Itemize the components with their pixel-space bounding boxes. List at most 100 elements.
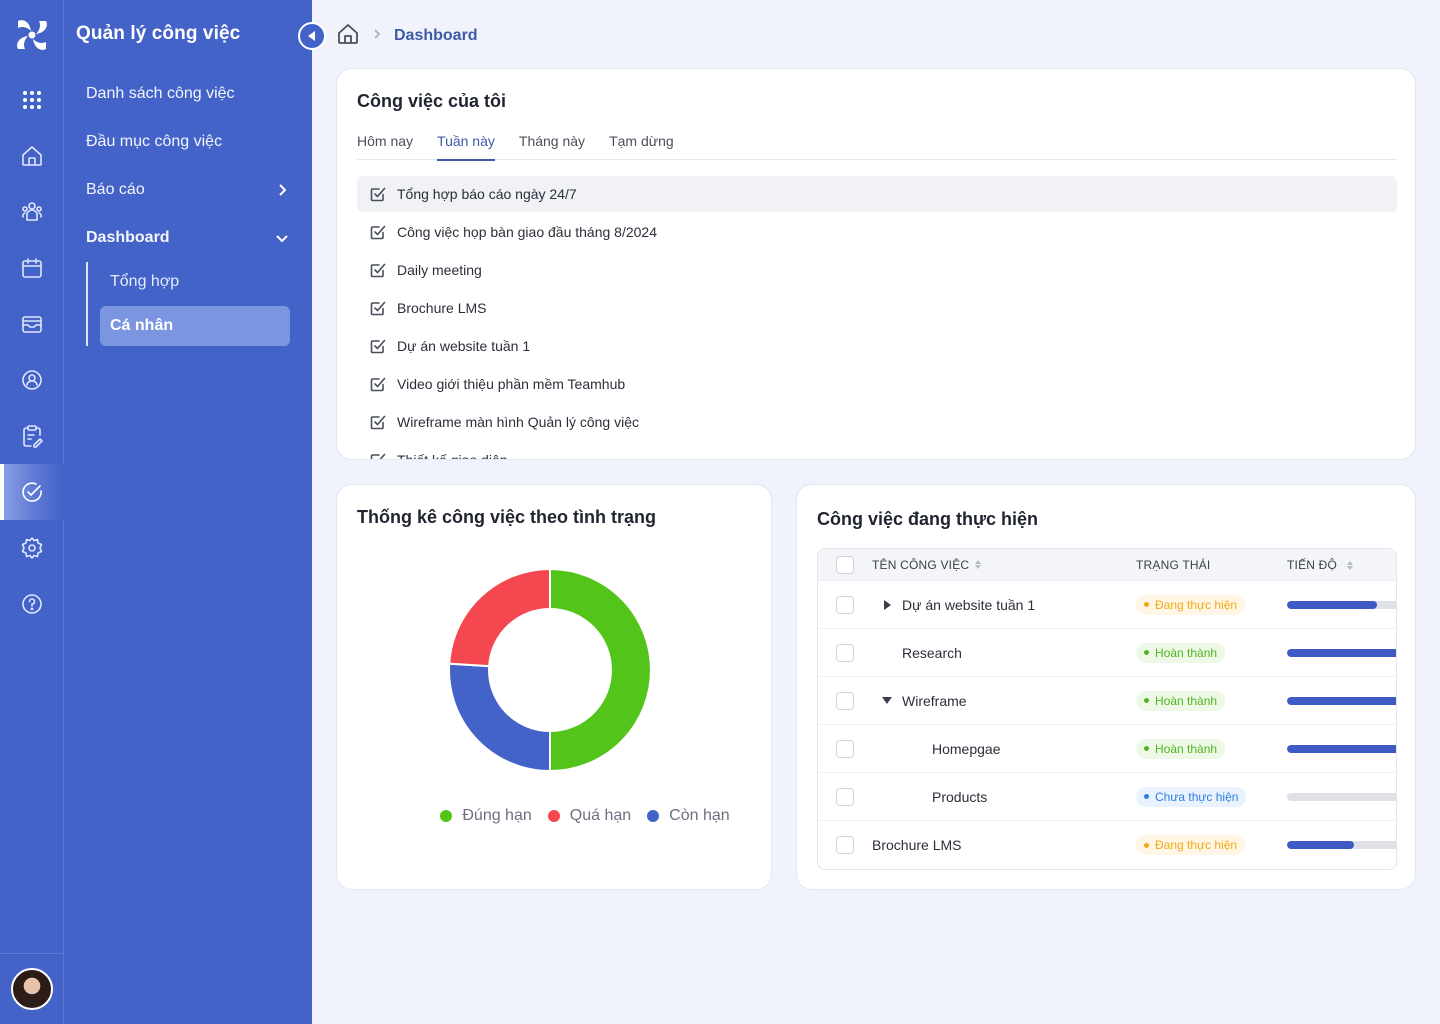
checkbox-checked-icon — [370, 415, 386, 430]
status-label: Hoàn thành — [1155, 693, 1218, 708]
task-item[interactable]: Dự án website tuần 1 — [357, 328, 1397, 364]
task-item[interactable]: Video giới thiệu phần mềm Teamhub — [357, 366, 1397, 402]
status-badge: Chưa thực hiện — [1136, 786, 1247, 807]
task-item[interactable]: Wireframe màn hình Quản lý công việc — [357, 404, 1397, 440]
rail-tasks[interactable] — [0, 408, 64, 464]
table-row[interactable]: Dự án website tuần 1 Đang thực hiện — [818, 581, 1396, 629]
status-badge: Hoàn thành — [1136, 642, 1226, 663]
nav-item-reports[interactable]: Báo cáo — [86, 170, 290, 210]
progress-cell — [1287, 792, 1396, 801]
rail-inbox[interactable] — [0, 296, 64, 352]
tab-this-week[interactable]: Tuần này — [437, 129, 495, 161]
table-row[interactable]: Products Chưa thực hiện — [818, 773, 1396, 821]
gear-icon — [21, 537, 43, 559]
sort-icon[interactable] — [1346, 560, 1353, 570]
task-name: Products — [932, 788, 988, 805]
nav-item-label: Danh sách công việc — [86, 85, 235, 102]
nav-item-task-categories[interactable]: Đầu mục công việc — [86, 122, 290, 162]
status-badge: Hoàn thành — [1136, 738, 1226, 759]
collapse-row-icon[interactable] — [882, 697, 892, 704]
legend-item[interactable]: Đúng hạn — [440, 807, 532, 825]
column-header-progress[interactable]: TIẾN ĐỘ — [1287, 558, 1353, 572]
row-checkbox[interactable] — [836, 643, 854, 662]
checkbox-checked-icon — [370, 377, 386, 392]
checkbox-checked-icon — [370, 453, 386, 459]
nav-item-dashboard[interactable]: Dashboard — [86, 218, 290, 258]
task-item[interactable]: Tổng hợp báo cáo ngày 24/7 — [357, 176, 1397, 212]
task-item[interactable]: Công việc họp bàn giao đầu tháng 8/2024 — [357, 214, 1397, 250]
column-header-status: TRẠNG THÁI — [1136, 557, 1211, 572]
status-cell: Đang thực hiện — [1136, 594, 1287, 615]
row-checkbox[interactable] — [836, 691, 854, 710]
table-row[interactable]: Homepgae Hoàn thành — [818, 725, 1396, 773]
status-badge: Đang thực hiện — [1136, 835, 1246, 856]
table-row[interactable]: Wireframe Hoàn thành — [818, 677, 1396, 725]
progress-bar — [1287, 792, 1396, 801]
donut-slice-đúng-hạn[interactable] — [549, 567, 652, 773]
task-item[interactable]: Thiết kế giao diện — [357, 442, 1397, 459]
row-checkbox[interactable] — [836, 739, 854, 758]
my-tasks-tabs: Hôm nay Tuần này Tháng này Tạm dừng — [357, 129, 1397, 161]
status-dot — [1144, 650, 1149, 656]
progress-bar-fill — [1287, 648, 1396, 657]
rail-profile[interactable] — [0, 352, 64, 408]
chevron-down-icon — [274, 230, 290, 246]
status-cell: Chưa thực hiện — [1136, 786, 1287, 807]
legend-item[interactable]: Quá hạn — [547, 807, 631, 825]
avatar[interactable] — [11, 968, 53, 1010]
column-header-label: TIẾN ĐỘ — [1287, 557, 1338, 572]
collapse-sidebar-button[interactable] — [298, 22, 326, 50]
rail-users[interactable] — [0, 184, 64, 240]
status-label: Đang thực hiện — [1155, 838, 1238, 853]
home-icon — [22, 146, 42, 166]
rail-settings[interactable] — [0, 520, 64, 576]
task-item[interactable]: Daily meeting — [357, 252, 1397, 288]
row-checkbox[interactable] — [836, 787, 854, 806]
task-name-cell: Homepgae — [872, 741, 1136, 757]
nav-subitem-personal[interactable]: Cá nhân — [100, 306, 290, 346]
tab-this-month[interactable]: Tháng này — [519, 129, 585, 160]
progress-cell — [1287, 600, 1396, 609]
icon-rail — [0, 0, 64, 1024]
column-header-name[interactable]: TÊN CÔNG VIỆC — [872, 558, 1136, 572]
sort-icon[interactable] — [975, 560, 982, 569]
nav-subitem-summary[interactable]: Tổng hợp — [100, 262, 290, 302]
rail-calendar[interactable] — [0, 240, 64, 296]
status-dot — [1144, 746, 1149, 752]
nav-item-task-list[interactable]: Danh sách công việc — [86, 74, 290, 114]
rail-home[interactable] — [0, 128, 64, 184]
checkbox-checked-icon — [370, 225, 386, 240]
task-item[interactable]: Brochure LMS — [357, 290, 1397, 326]
rail-help[interactable] — [0, 576, 64, 632]
task-title: Wireframe màn hình Quản lý công việc — [397, 414, 639, 430]
user-circle-icon — [22, 370, 42, 390]
status-dot — [1144, 842, 1149, 848]
app-logo-icon[interactable] — [12, 15, 52, 55]
rail-apps[interactable] — [0, 72, 64, 128]
donut-slice-còn-hạn[interactable] — [448, 662, 551, 773]
task-name-cell: Brochure LMS — [872, 837, 1136, 853]
expander[interactable] — [872, 599, 902, 610]
tab-paused[interactable]: Tạm dừng — [609, 129, 674, 160]
status-dot — [1144, 698, 1149, 704]
checkbox-checked-icon — [370, 187, 386, 202]
rail-work-management[interactable] — [0, 464, 64, 520]
select-all-checkbox[interactable] — [836, 555, 854, 574]
progress-bar-fill — [1287, 744, 1396, 753]
breadcrumb-current: Dashboard — [394, 27, 478, 44]
row-checkbox[interactable] — [836, 836, 854, 854]
in-progress-table: TÊN CÔNG VIỆC TRẠNG THÁI TIẾN ĐỘ Dự án w… — [817, 548, 1397, 870]
expander[interactable] — [872, 697, 902, 704]
legend-dot — [440, 810, 453, 822]
legend-item[interactable]: Còn hạn — [647, 807, 730, 825]
row-checkbox[interactable] — [836, 595, 854, 614]
breadcrumb-home[interactable] — [336, 22, 360, 51]
donut-slice-quá-hạn[interactable] — [448, 567, 551, 668]
status-label: Đang thực hiện — [1155, 597, 1238, 612]
help-icon — [22, 594, 42, 614]
table-row[interactable]: Brochure LMS Đang thực hiện — [818, 821, 1396, 869]
expand-row-icon[interactable] — [883, 599, 891, 610]
task-name-cell: Research — [872, 645, 1136, 661]
tab-today[interactable]: Hôm nay — [357, 129, 413, 160]
table-row[interactable]: Research Hoàn thành — [818, 629, 1396, 677]
